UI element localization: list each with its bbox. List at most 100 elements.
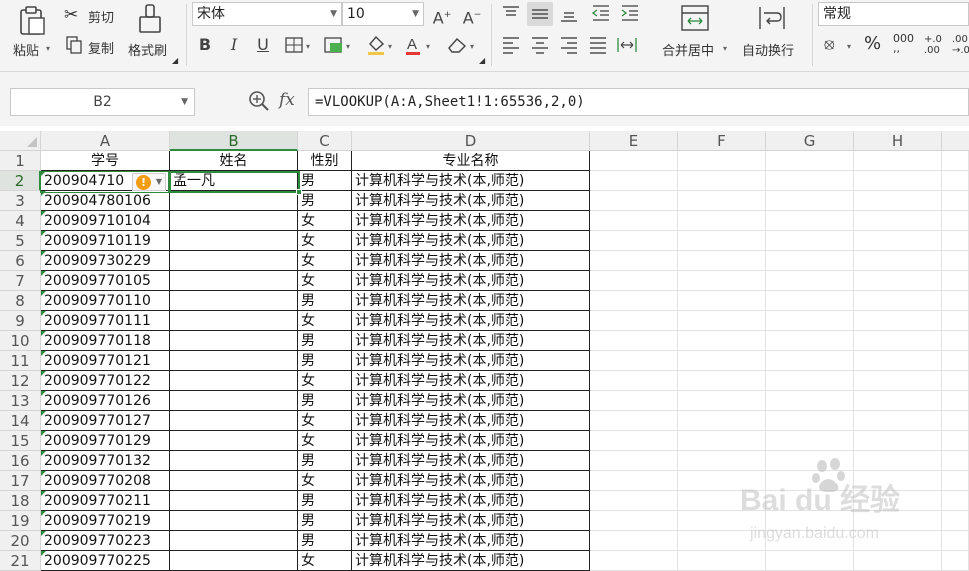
row-header[interactable]: 5 <box>0 231 41 251</box>
empty-cell[interactable] <box>942 331 969 351</box>
name-cell[interactable] <box>170 431 298 451</box>
copy-button[interactable]: 复制 <box>88 38 114 57</box>
empty-cell[interactable] <box>854 251 942 271</box>
header-cell-gender[interactable]: 性别 <box>298 151 352 171</box>
major-cell[interactable]: 计算机科学与技术(本,师范) <box>352 391 590 411</box>
empty-cell[interactable] <box>678 391 766 411</box>
empty-cell[interactable] <box>766 551 854 571</box>
increase-font-icon[interactable]: A+ <box>430 3 454 27</box>
align-middle-icon[interactable] <box>527 2 553 26</box>
empty-cell[interactable] <box>590 471 678 491</box>
gender-cell[interactable]: 男 <box>298 391 352 411</box>
bold-button[interactable]: B <box>193 33 217 57</box>
empty-cell[interactable] <box>590 211 678 231</box>
empty-cell[interactable] <box>766 231 854 251</box>
paste-button-label[interactable]: 粘贴 <box>13 40 39 59</box>
major-cell[interactable]: 计算机科学与技术(本,师范) <box>352 411 590 431</box>
align-left-icon[interactable] <box>500 36 522 58</box>
gender-cell[interactable]: 男 <box>298 191 352 211</box>
borders-icon[interactable] <box>285 37 303 57</box>
select-all-corner[interactable] <box>0 131 41 151</box>
student-id-cell[interactable]: 200909770211 <box>41 491 170 511</box>
empty-cell[interactable] <box>942 251 969 271</box>
name-cell[interactable] <box>170 551 298 571</box>
empty-cell[interactable] <box>590 291 678 311</box>
empty-cell[interactable] <box>590 191 678 211</box>
empty-cell[interactable] <box>854 391 942 411</box>
student-id-cell[interactable]: 200909770219 <box>41 511 170 531</box>
gender-cell[interactable]: 女 <box>298 311 352 331</box>
empty-cell[interactable] <box>854 311 942 331</box>
formula-input[interactable]: =VLOOKUP(A:A,Sheet1!1:65536,2,0) <box>308 88 969 116</box>
empty-cell[interactable] <box>766 391 854 411</box>
row-header[interactable]: 4 <box>0 211 41 231</box>
empty-cell[interactable] <box>590 491 678 511</box>
empty-cell[interactable] <box>854 151 942 171</box>
empty-cell[interactable] <box>590 531 678 551</box>
empty-cell[interactable] <box>854 351 942 371</box>
empty-cell[interactable] <box>766 311 854 331</box>
student-id-cell[interactable]: 200909770208 <box>41 471 170 491</box>
name-cell[interactable] <box>170 251 298 271</box>
row-header[interactable]: 20 <box>0 531 41 551</box>
font-size-select[interactable]: 10 ▼ <box>342 2 424 26</box>
empty-cell[interactable] <box>854 291 942 311</box>
row-header[interactable]: 7 <box>0 271 41 291</box>
row-header[interactable]: 13 <box>0 391 41 411</box>
empty-cell[interactable] <box>590 331 678 351</box>
column-header-b[interactable]: B <box>170 131 298 151</box>
row-header[interactable]: 8 <box>0 291 41 311</box>
empty-cell[interactable] <box>590 251 678 271</box>
column-header-c[interactable]: C <box>298 131 352 151</box>
empty-cell[interactable] <box>942 551 969 571</box>
empty-cell[interactable] <box>854 551 942 571</box>
merge-center-button[interactable]: 合并居中 <box>662 40 714 59</box>
empty-cell[interactable] <box>590 391 678 411</box>
major-cell[interactable]: 计算机科学与技术(本,师范) <box>352 251 590 271</box>
empty-cell[interactable] <box>942 511 969 531</box>
increase-indent-icon[interactable] <box>619 4 641 26</box>
currency-dropdown-icon[interactable]: ▾ <box>847 42 851 51</box>
major-cell[interactable]: 计算机科学与技术(本,师范) <box>352 331 590 351</box>
empty-cell[interactable] <box>942 191 969 211</box>
fill-color-dropdown-icon[interactable]: ▾ <box>388 42 392 51</box>
name-cell[interactable] <box>170 511 298 531</box>
empty-cell[interactable] <box>942 451 969 471</box>
gender-cell[interactable]: 男 <box>298 531 352 551</box>
name-cell[interactable] <box>170 331 298 351</box>
gender-cell[interactable]: 女 <box>298 431 352 451</box>
clipboard-launcher-icon[interactable]: ◢ <box>172 56 178 65</box>
cut-icon[interactable]: ✂ <box>64 5 78 25</box>
gender-cell[interactable]: 女 <box>298 211 352 231</box>
empty-cell[interactable] <box>766 171 854 191</box>
major-cell[interactable]: 计算机科学与技术(本,师范) <box>352 511 590 531</box>
zoom-formula-icon[interactable] <box>248 90 270 116</box>
column-header-g[interactable]: G <box>766 131 854 151</box>
empty-cell[interactable] <box>766 331 854 351</box>
gender-cell[interactable]: 女 <box>298 551 352 571</box>
empty-cell[interactable] <box>766 191 854 211</box>
empty-cell[interactable] <box>942 491 969 511</box>
paste-icon[interactable] <box>18 6 46 40</box>
major-cell[interactable]: 计算机科学与技术(本,师范) <box>352 451 590 471</box>
major-cell[interactable]: 计算机科学与技术(本,师范) <box>352 291 590 311</box>
empty-cell[interactable] <box>942 291 969 311</box>
name-cell[interactable] <box>170 371 298 391</box>
column-header-h[interactable]: H <box>854 131 942 151</box>
align-right-icon[interactable] <box>558 36 580 58</box>
auto-wrap-icon[interactable] <box>757 4 787 36</box>
empty-cell[interactable] <box>854 231 942 251</box>
borders-dropdown-icon[interactable]: ▾ <box>306 42 310 51</box>
justify-icon[interactable] <box>587 36 609 58</box>
empty-cell[interactable] <box>854 411 942 431</box>
name-cell[interactable] <box>170 211 298 231</box>
empty-cell[interactable] <box>942 231 969 251</box>
cut-button[interactable]: 剪切 <box>88 7 114 26</box>
empty-cell[interactable] <box>766 291 854 311</box>
align-center-icon[interactable] <box>529 36 551 58</box>
empty-cell[interactable] <box>590 311 678 331</box>
name-cell[interactable] <box>170 291 298 311</box>
fill-color-icon[interactable] <box>366 34 386 60</box>
empty-cell[interactable] <box>590 151 678 171</box>
student-id-cell[interactable]: 200909770225 <box>41 551 170 571</box>
